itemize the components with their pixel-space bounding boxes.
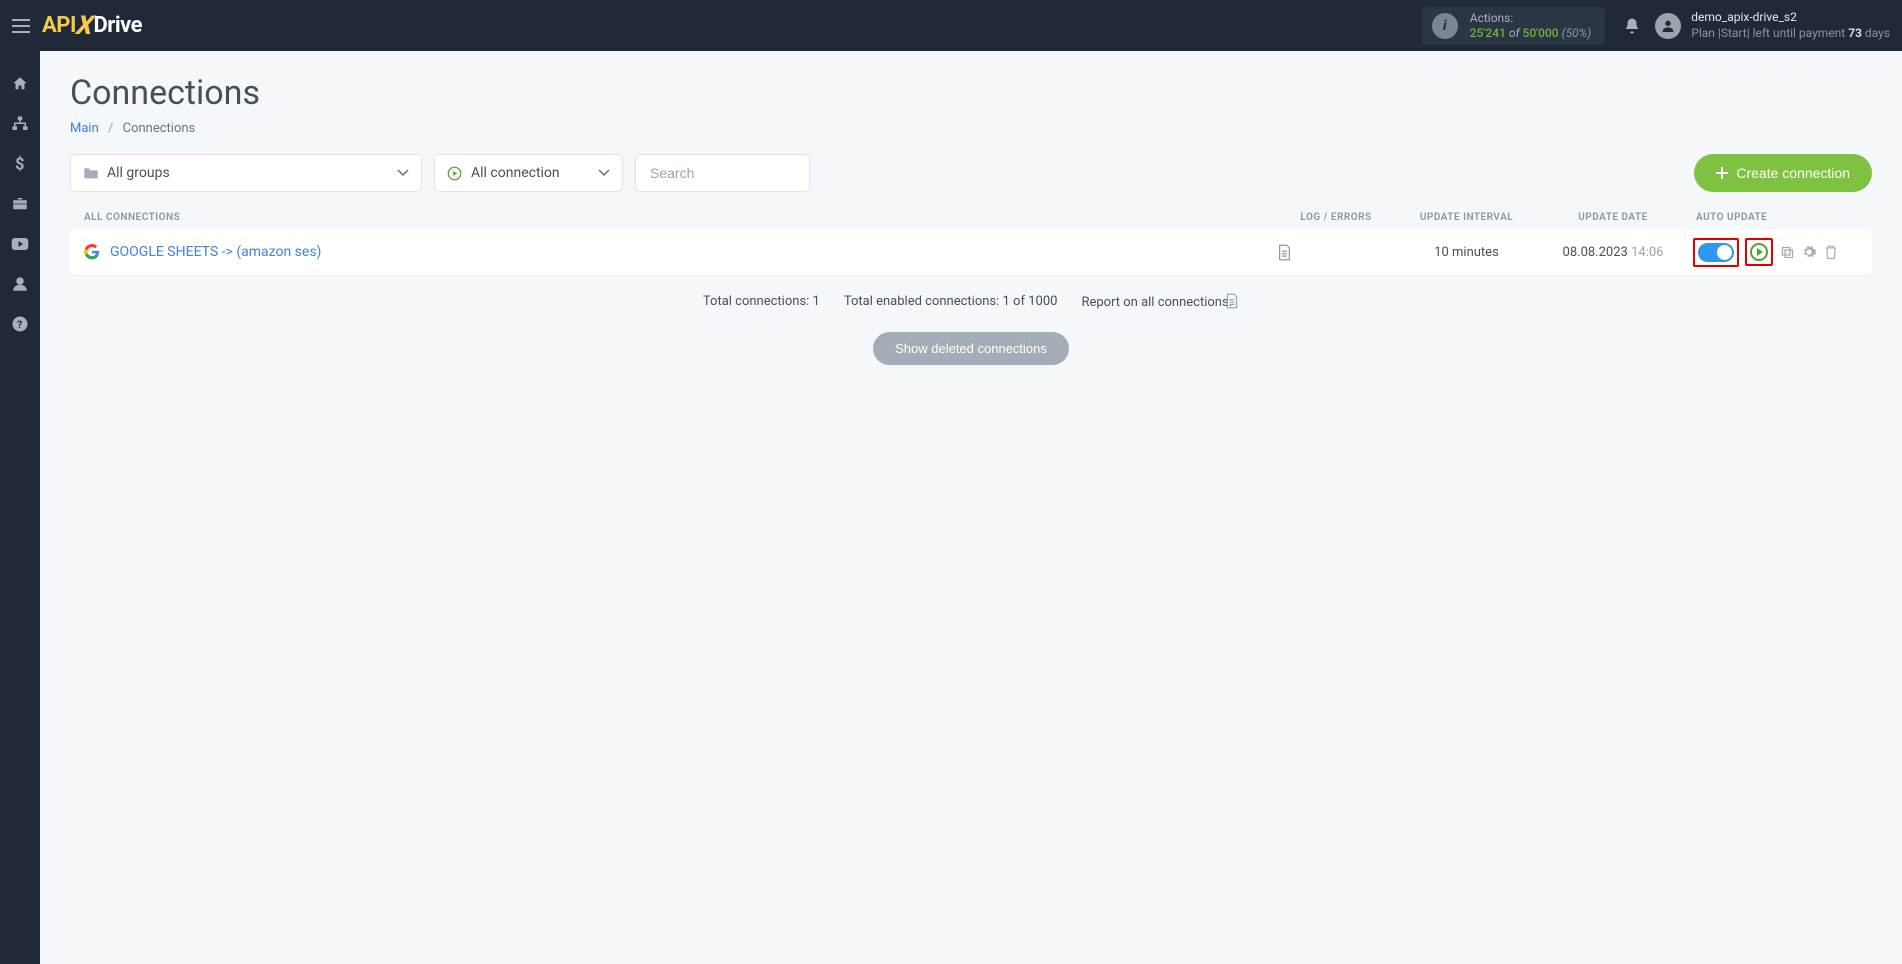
highlight-play bbox=[1745, 238, 1773, 266]
sidebar: $ ? bbox=[0, 51, 40, 964]
avatar-icon bbox=[1655, 13, 1681, 39]
enabled-connections: Total enabled connections: 1 of 1000 bbox=[844, 294, 1058, 309]
dollar-icon[interactable]: $ bbox=[11, 155, 29, 173]
help-icon[interactable]: ? bbox=[11, 315, 29, 333]
run-now-button[interactable] bbox=[1750, 243, 1768, 261]
chevron-down-icon bbox=[397, 169, 409, 177]
gear-icon[interactable] bbox=[1801, 244, 1817, 260]
breadcrumb: Main / Connections bbox=[70, 121, 1872, 136]
briefcase-icon[interactable] bbox=[11, 195, 29, 213]
page-title: Connections bbox=[70, 73, 1872, 113]
menu-toggle-icon[interactable] bbox=[12, 19, 30, 33]
update-date: 08.08.2023 14:06 bbox=[1538, 245, 1688, 260]
auto-update-toggle[interactable] bbox=[1698, 243, 1734, 262]
user-menu[interactable]: demo_apix-drive_s2 Plan |Start| left unt… bbox=[1655, 10, 1890, 41]
info-icon: i bbox=[1432, 13, 1458, 39]
table-header: ALL CONNECTIONS LOG / ERRORS UPDATE INTE… bbox=[70, 206, 1872, 229]
connection-row: GOOGLE SHEETS -> (amazon ses) 10 minutes… bbox=[70, 229, 1872, 275]
sitemap-icon[interactable] bbox=[11, 115, 29, 133]
update-interval: 10 minutes bbox=[1395, 245, 1538, 260]
logo[interactable]: APIXDrive bbox=[42, 11, 142, 41]
search-input[interactable] bbox=[635, 154, 810, 192]
notifications-icon[interactable] bbox=[1623, 17, 1641, 35]
chevron-down-icon bbox=[598, 169, 610, 177]
breadcrumb-main[interactable]: Main bbox=[70, 121, 99, 136]
svg-text:?: ? bbox=[17, 318, 22, 331]
trash-icon[interactable] bbox=[1823, 244, 1839, 260]
main-content: Connections Main / Connections All group… bbox=[40, 51, 1902, 964]
plus-icon bbox=[1716, 167, 1728, 179]
groups-select[interactable]: All groups bbox=[70, 154, 422, 192]
show-deleted-button[interactable]: Show deleted connections bbox=[873, 332, 1069, 365]
svg-text:$: $ bbox=[15, 155, 24, 173]
log-icon[interactable] bbox=[1277, 244, 1395, 261]
copy-icon[interactable] bbox=[1779, 244, 1795, 260]
connection-name-link[interactable]: GOOGLE SHEETS -> (amazon ses) bbox=[110, 244, 1277, 260]
report-label: Report on all connections: bbox=[1081, 295, 1231, 310]
create-connection-button[interactable]: Create connection bbox=[1694, 154, 1872, 192]
highlight-toggle bbox=[1693, 238, 1739, 267]
report-icon[interactable] bbox=[1221, 295, 1239, 310]
user-name: demo_apix-drive_s2 bbox=[1691, 10, 1890, 26]
google-icon bbox=[84, 244, 100, 260]
actions-info-box[interactable]: i Actions: 25'241 of 50'000 (50%) bbox=[1422, 7, 1606, 45]
actions-label: Actions: bbox=[1470, 11, 1592, 26]
breadcrumb-current: Connections bbox=[123, 121, 196, 136]
total-connections: Total connections: 1 bbox=[703, 294, 820, 309]
play-circle-icon bbox=[447, 166, 462, 181]
user-icon[interactable] bbox=[11, 275, 29, 293]
folder-icon bbox=[83, 166, 99, 180]
top-header: APIXDrive i Actions: 25'241 of 50'000 (5… bbox=[0, 0, 1902, 51]
home-icon[interactable] bbox=[11, 75, 29, 93]
youtube-icon[interactable] bbox=[11, 235, 29, 253]
summary-bar: Total connections: 1 Total enabled conne… bbox=[70, 293, 1872, 310]
connection-status-select[interactable]: All connection bbox=[434, 154, 623, 192]
